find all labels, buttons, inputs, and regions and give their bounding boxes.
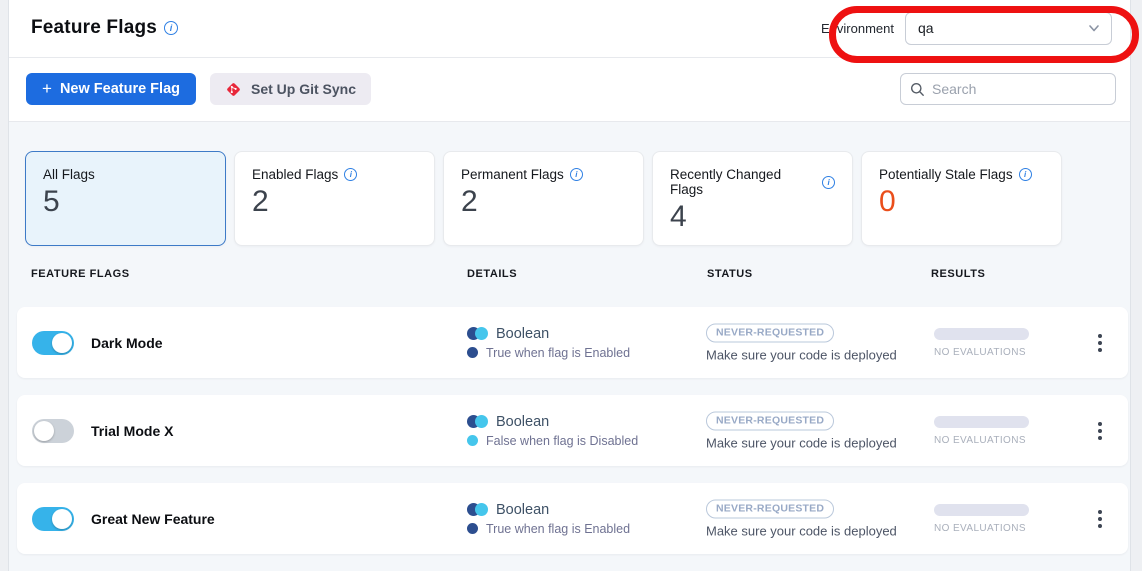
value-type: Boolean (496, 502, 549, 518)
card-value: 5 (43, 185, 208, 219)
table-row: Dark Mode Boolean True when flag is Enab… (17, 307, 1128, 378)
kebab-menu-icon[interactable] (1092, 328, 1108, 358)
details-cell: Boolean True when flag is Enabled (467, 502, 630, 536)
evaluations-label: NO EVALUATIONS (934, 347, 1029, 358)
evaluations-label: NO EVALUATIONS (934, 435, 1029, 446)
card-permanent-flags[interactable]: Permanent Flagsi 2 (443, 151, 644, 246)
info-icon[interactable]: i (822, 176, 835, 189)
value-dot-icon (467, 347, 478, 358)
boolean-type-icon (467, 415, 488, 428)
info-icon[interactable]: i (1019, 168, 1032, 181)
info-icon[interactable]: i (344, 168, 357, 181)
status-badge: NEVER-REQUESTED (706, 411, 834, 430)
search-box[interactable] (900, 73, 1116, 105)
card-recently-changed-flags[interactable]: Recently Changed Flagsi 4 (652, 151, 853, 246)
evaluations-label: NO EVALUATIONS (934, 523, 1029, 534)
column-header-status: STATUS (707, 268, 753, 280)
page-header: Feature Flags i Environment qa (9, 0, 1130, 58)
flag-toggle[interactable] (32, 331, 74, 355)
results-cell: NO EVALUATIONS (934, 416, 1029, 446)
info-icon[interactable]: i (164, 21, 178, 35)
kebab-menu-icon[interactable] (1092, 504, 1108, 534)
table-header: FEATURE FLAGS DETAILS STATUS RESULTS (9, 268, 1130, 282)
card-value: 2 (252, 185, 417, 219)
results-cell: NO EVALUATIONS (934, 504, 1029, 534)
card-value: 4 (670, 200, 835, 234)
flag-toggle[interactable] (32, 419, 74, 443)
value-description: True when flag is Enabled (486, 346, 630, 360)
toggle-knob (52, 509, 72, 529)
info-icon[interactable]: i (570, 168, 583, 181)
toggle-knob (52, 333, 72, 353)
status-message: Make sure your code is deployed (706, 523, 897, 538)
evaluations-placeholder-bar (934, 504, 1029, 516)
status-badge: NEVER-REQUESTED (706, 323, 834, 342)
set-up-git-sync-button[interactable]: Set Up Git Sync (210, 73, 371, 105)
card-enabled-flags[interactable]: Enabled Flagsi 2 (234, 151, 435, 246)
plus-icon: + (42, 79, 52, 99)
value-type: Boolean (496, 326, 549, 342)
card-value: 0 (879, 185, 1044, 219)
page-title: Feature Flags (31, 17, 157, 39)
column-header-results: RESULTS (931, 268, 985, 280)
search-input[interactable] (932, 81, 1106, 97)
flag-toggle[interactable] (32, 507, 74, 531)
new-feature-flag-button[interactable]: + New Feature Flag (26, 73, 196, 105)
boolean-type-icon (467, 327, 488, 340)
chevron-down-icon (1087, 21, 1101, 35)
card-label: Potentially Stale Flagsi (879, 167, 1044, 182)
flag-name-link[interactable]: Dark Mode (91, 335, 163, 351)
value-dot-icon (467, 523, 478, 534)
flag-rows: Dark Mode Boolean True when flag is Enab… (9, 307, 1130, 554)
value-type: Boolean (496, 414, 549, 430)
environment-dropdown[interactable]: qa (905, 12, 1112, 45)
new-feature-flag-label: New Feature Flag (60, 81, 180, 97)
status-message: Make sure your code is deployed (706, 347, 897, 362)
details-cell: Boolean False when flag is Disabled (467, 414, 638, 448)
details-cell: Boolean True when flag is Enabled (467, 326, 630, 360)
status-cell: NEVER-REQUESTED Make sure your code is d… (706, 323, 897, 362)
app-container: Feature Flags i Environment qa + New Fea… (8, 0, 1131, 571)
value-description: True when flag is Enabled (486, 522, 630, 536)
flag-name-link[interactable]: Trial Mode X (91, 423, 173, 439)
toolbar: + New Feature Flag Set Up Git Sync (9, 58, 1130, 122)
column-header-feature-flags: FEATURE FLAGS (31, 268, 130, 280)
status-badge: NEVER-REQUESTED (706, 499, 834, 518)
card-label: Permanent Flagsi (461, 167, 626, 182)
status-cell: NEVER-REQUESTED Make sure your code is d… (706, 499, 897, 538)
card-label: Recently Changed Flagsi (670, 167, 835, 197)
boolean-type-icon (467, 503, 488, 516)
stats-cards-row: All Flags 5 Enabled Flagsi 2 Permanent F… (9, 122, 1130, 246)
set-up-git-sync-label: Set Up Git Sync (251, 81, 356, 97)
toggle-knob (34, 421, 54, 441)
card-all-flags[interactable]: All Flags 5 (25, 151, 226, 246)
environment-label: Environment (821, 21, 894, 36)
status-message: Make sure your code is deployed (706, 435, 897, 450)
search-icon (910, 82, 925, 97)
git-icon (225, 81, 242, 98)
results-cell: NO EVALUATIONS (934, 328, 1029, 358)
flag-name-link[interactable]: Great New Feature (91, 511, 215, 527)
card-potentially-stale-flags[interactable]: Potentially Stale Flagsi 0 (861, 151, 1062, 246)
column-header-details: DETAILS (467, 268, 517, 280)
evaluations-placeholder-bar (934, 416, 1029, 428)
status-cell: NEVER-REQUESTED Make sure your code is d… (706, 411, 897, 450)
environment-selector-group: Environment qa (821, 12, 1112, 45)
table-row: Great New Feature Boolean True when flag… (17, 483, 1128, 554)
card-value: 2 (461, 185, 626, 219)
kebab-menu-icon[interactable] (1092, 416, 1108, 446)
main-content: All Flags 5 Enabled Flagsi 2 Permanent F… (9, 122, 1130, 571)
card-label: All Flags (43, 167, 208, 182)
table-row: Trial Mode X Boolean False when flag is … (17, 395, 1128, 466)
value-dot-icon (467, 435, 478, 446)
value-description: False when flag is Disabled (486, 434, 638, 448)
evaluations-placeholder-bar (934, 328, 1029, 340)
card-label: Enabled Flagsi (252, 167, 417, 182)
environment-value: qa (918, 20, 934, 36)
